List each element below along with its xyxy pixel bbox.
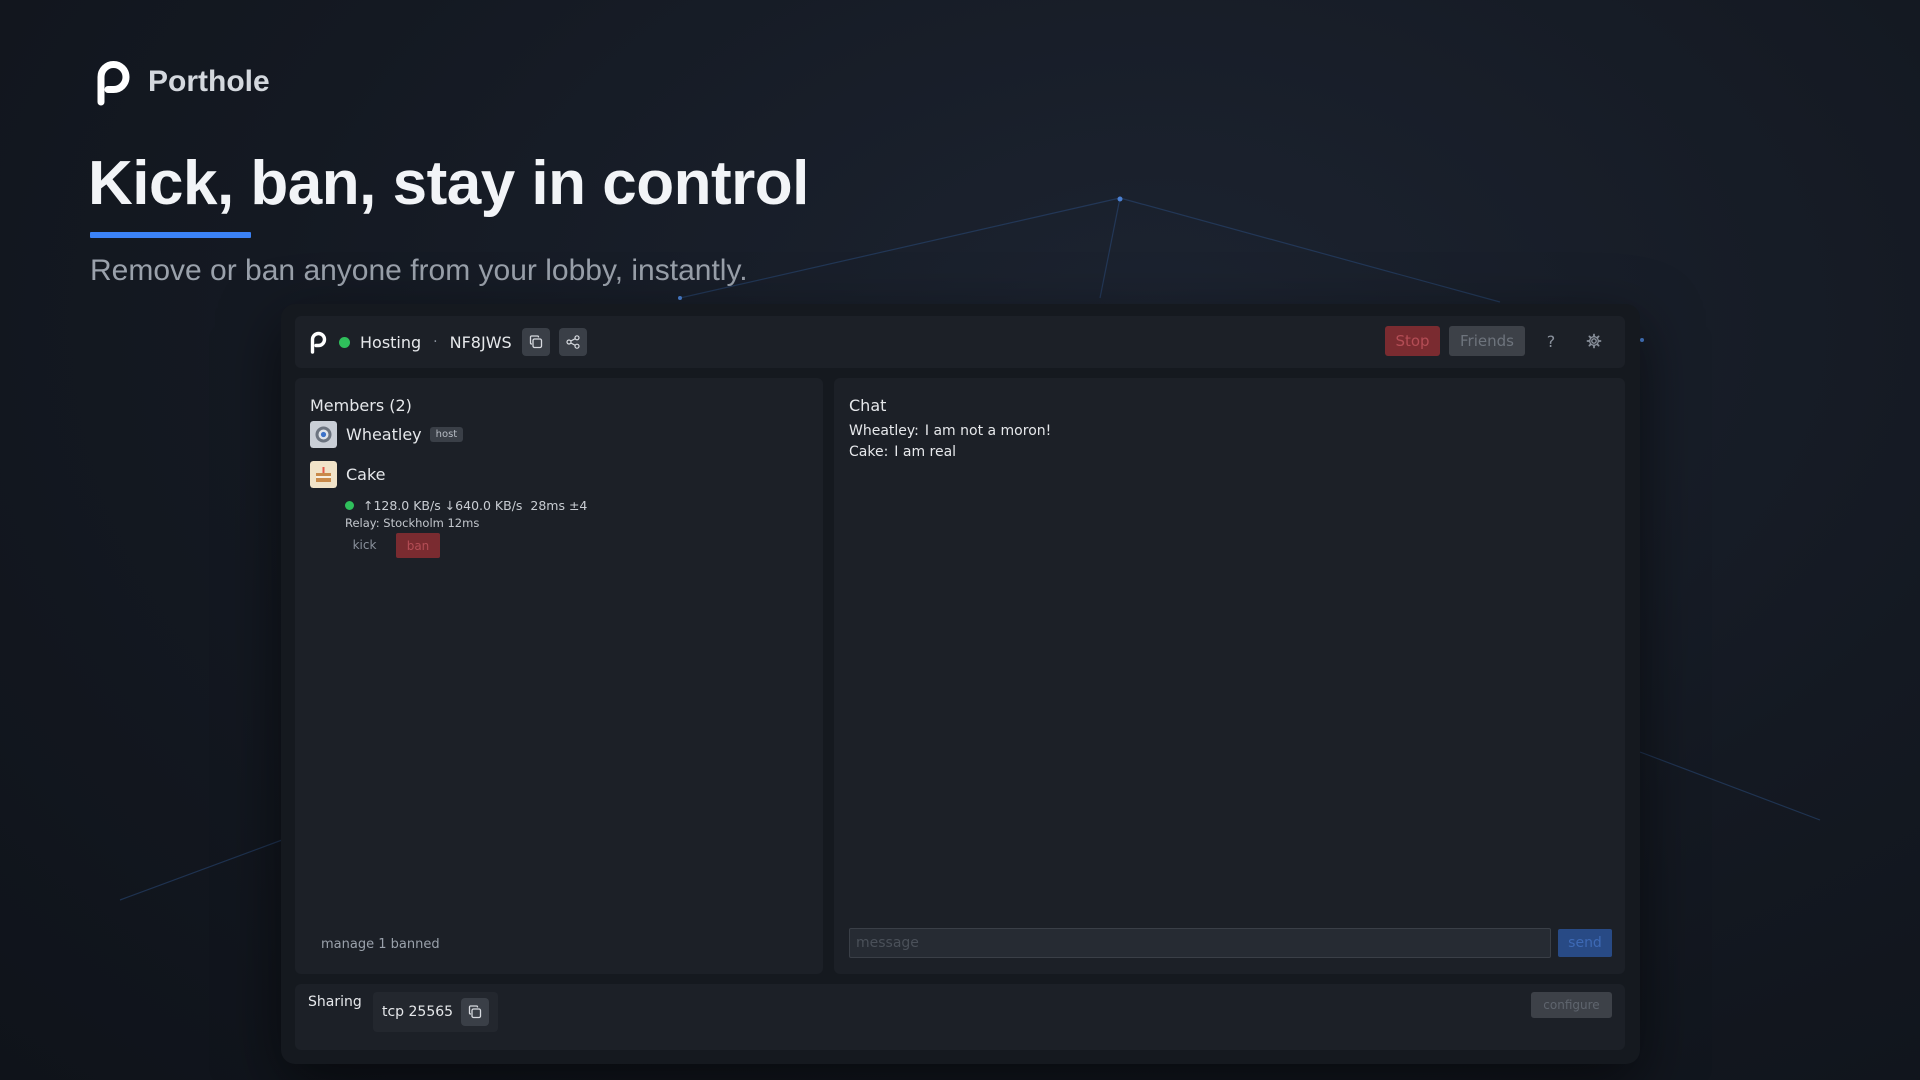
headline-underline bbox=[90, 232, 251, 238]
wheatley-avatar bbox=[310, 421, 337, 448]
copy-icon bbox=[468, 1005, 482, 1019]
hero-subheadline: Remove or ban anyone from your lobby, in… bbox=[90, 254, 748, 287]
gear-icon bbox=[1586, 333, 1602, 349]
kick-button[interactable]: kick bbox=[346, 533, 383, 557]
member-name: Cake bbox=[346, 465, 386, 484]
host-badge: host bbox=[429, 427, 464, 442]
lobby-code: NF8JWS bbox=[449, 332, 512, 352]
chat-title: Chat bbox=[849, 396, 887, 415]
top-bar: Hosting · NF8JWS Stop Friends ? bbox=[295, 316, 1625, 368]
connection-stats: ↑128.0 KB/s ↓640.0 KB/s 28ms ±4 bbox=[345, 498, 587, 513]
member-name: Wheatley bbox=[346, 425, 422, 444]
member-row-wheatley[interactable]: Wheatley host bbox=[310, 421, 464, 448]
chat-message: Wheatley: I am not a moron! bbox=[849, 423, 1051, 439]
message-sender: Cake: bbox=[849, 444, 889, 460]
member-row-cake[interactable]: Cake bbox=[310, 461, 386, 488]
connection-status-dot bbox=[345, 501, 354, 510]
app-window: Hosting · NF8JWS Stop Friends ? Members … bbox=[281, 304, 1640, 1064]
copy-port-button[interactable] bbox=[461, 998, 490, 1026]
share-icon bbox=[566, 335, 580, 349]
sharing-bar: Sharing tcp 25565 configure bbox=[295, 984, 1625, 1050]
hosting-status: Hosting bbox=[360, 332, 422, 352]
manage-banned-link[interactable]: manage 1 banned bbox=[321, 937, 440, 952]
members-panel: Members (2) Wheatley host Cake ↑128.0 KB… bbox=[295, 378, 823, 974]
chat-message: Cake: I am real bbox=[849, 444, 956, 460]
message-text: I am not a moron! bbox=[924, 423, 1052, 439]
message-sender: Wheatley: bbox=[849, 423, 919, 439]
shared-port: tcp 25565 bbox=[382, 1004, 454, 1020]
copy-icon bbox=[529, 335, 542, 349]
app-logo-icon bbox=[310, 331, 327, 354]
members-title: Members (2) bbox=[310, 396, 412, 415]
porthole-logo-icon bbox=[97, 61, 130, 106]
brand-name: Porthole bbox=[148, 65, 270, 98]
hero-headline: Kick, ban, stay in control bbox=[88, 149, 809, 218]
brand: Porthole bbox=[94, 58, 270, 106]
send-button[interactable]: send bbox=[1558, 929, 1612, 957]
sharing-label: Sharing bbox=[308, 994, 362, 1010]
status-dot bbox=[339, 336, 350, 348]
shared-port-chip: tcp 25565 bbox=[373, 992, 498, 1032]
chat-message-input[interactable] bbox=[849, 928, 1551, 958]
help-button[interactable]: ? bbox=[1534, 326, 1568, 356]
message-text: I am real bbox=[894, 444, 957, 460]
topbar-actions: Stop Friends ? bbox=[1385, 326, 1611, 356]
configure-button[interactable]: configure bbox=[1531, 992, 1612, 1018]
settings-button[interactable] bbox=[1577, 326, 1611, 356]
ban-button[interactable]: ban bbox=[396, 533, 440, 558]
chat-panel: Chat Wheatley: I am not a moron! Cake: I a… bbox=[834, 378, 1625, 974]
separator: · bbox=[433, 334, 438, 350]
copy-code-button[interactable] bbox=[521, 328, 550, 356]
stop-button[interactable]: Stop bbox=[1385, 326, 1440, 356]
relay-info: Relay: Stockholm 12ms bbox=[345, 516, 480, 530]
stats-text: ↑128.0 KB/s ↓640.0 KB/s 28ms ±4 bbox=[363, 498, 588, 513]
cake-avatar bbox=[310, 461, 337, 488]
friends-button[interactable]: Friends bbox=[1449, 326, 1525, 356]
share-button[interactable] bbox=[558, 328, 587, 356]
